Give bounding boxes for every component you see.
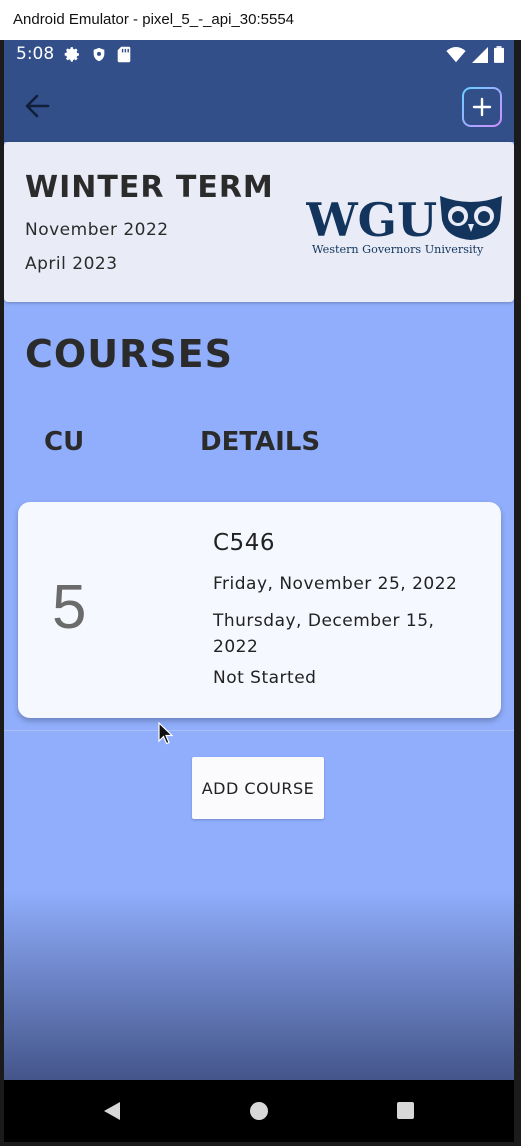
back-button[interactable] [22,90,58,122]
course-credit-units: 5 [52,573,87,642]
courses-heading: COURSES [25,332,234,376]
wifi-icon [446,46,466,62]
bottom-gradient [4,890,514,1080]
system-nav-bar [4,1080,514,1142]
term-start-date: November 2022 [25,220,169,240]
gear-icon [64,47,79,62]
status-icons-left [64,46,131,63]
nav-recents-icon[interactable] [397,1102,414,1119]
course-code: C546 [213,530,275,556]
add-course-button[interactable]: ADD COURSE [192,757,324,819]
app-bar [4,70,514,142]
wgu-logo: WGU Western Governors University [306,194,502,256]
signal-icon [472,46,488,63]
term-title: WINTER TERM [25,170,274,205]
term-header-card: WINTER TERM November 2022 April 2023 WGU… [4,142,514,302]
term-end-date: April 2023 [25,254,118,274]
logo-wordmark: WGU [306,194,437,247]
plus-icon [472,97,492,117]
nav-home-icon[interactable] [250,1102,268,1120]
course-start-date: Friday, November 25, 2022 [213,574,458,594]
list-divider [4,730,514,731]
add-term-button[interactable] [462,87,502,127]
logo-subtitle: Western Governors University [312,243,484,256]
sd-card-icon [117,46,131,63]
column-header-cu: CU [44,427,85,457]
status-icons-right [446,46,504,63]
status-time: 5:08 [16,44,55,64]
device-screen: 5:08 WINTER TERM November 2022 April 202… [4,40,514,1142]
emulator-window-title: Android Emulator - pixel_5_-_api_30:5554 [0,0,521,40]
course-end-date: Thursday, December 15, 2022 [213,611,435,657]
status-bar: 5:08 [4,40,514,70]
battery-icon [494,46,504,63]
column-header-details: DETAILS [200,427,321,457]
shield-icon [93,47,105,62]
arrow-left-icon [25,94,50,118]
course-card[interactable]: 5 C546 Friday, November 25, 2022 Thursda… [18,502,501,718]
course-status: Not Started [213,668,317,688]
nav-back-icon[interactable] [102,1101,122,1121]
owl-icon [440,196,502,240]
mouse-cursor-icon [158,722,174,745]
add-button-surface [464,89,500,125]
